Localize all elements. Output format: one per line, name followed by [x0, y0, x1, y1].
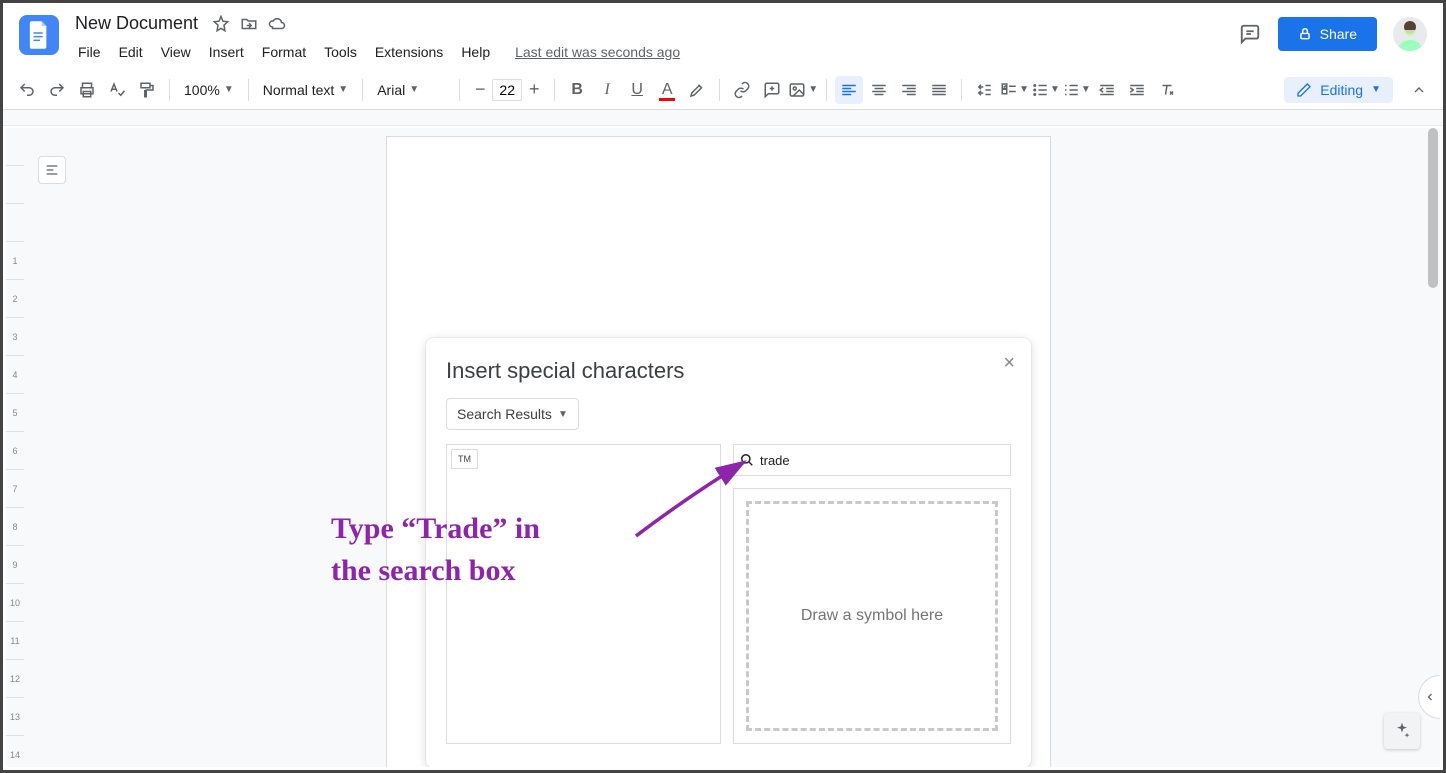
menu-help[interactable]: Help: [454, 40, 497, 64]
print-icon[interactable]: [73, 76, 101, 104]
menubar: File Edit View Insert Format Tools Exten…: [71, 40, 1238, 64]
share-label: Share: [1320, 26, 1357, 42]
scrollbar-thumb[interactable]: [1428, 128, 1438, 288]
account-avatar[interactable]: [1393, 17, 1427, 51]
draw-symbol-box[interactable]: Draw a symbol here: [733, 488, 1011, 744]
style-select[interactable]: Normal text▼: [257, 82, 354, 98]
star-icon[interactable]: [212, 15, 230, 33]
document-outline-button[interactable]: [38, 156, 66, 184]
cloud-status-icon[interactable]: [268, 15, 286, 33]
insert-image-icon[interactable]: ▼: [788, 76, 818, 104]
move-icon[interactable]: [240, 15, 258, 33]
dialog-close-button[interactable]: ×: [1003, 352, 1015, 375]
toolbar: 100%▼ Normal text▼ Arial▼ − + B I U A ▼ …: [3, 70, 1443, 110]
side-panel-toggle[interactable]: [1418, 675, 1440, 719]
vertical-ruler[interactable]: 1234567891011121314: [6, 128, 24, 767]
explore-button[interactable]: [1384, 713, 1420, 749]
workspace: 1234567891011121314 × Insert special cha…: [6, 128, 1440, 767]
last-edit-link[interactable]: Last edit was seconds ago: [515, 44, 680, 60]
align-justify-icon[interactable]: [925, 76, 953, 104]
indent-decrease-icon[interactable]: [1093, 76, 1121, 104]
undo-icon[interactable]: [13, 76, 41, 104]
menu-tools[interactable]: Tools: [317, 40, 364, 64]
draw-placeholder: Draw a symbol here: [801, 607, 943, 625]
zoom-select[interactable]: 100%▼: [178, 82, 240, 98]
font-size-increase[interactable]: +: [522, 78, 546, 102]
menu-file[interactable]: File: [71, 40, 108, 64]
annotation-text: Type “Trade” in the search box: [331, 508, 540, 592]
bulleted-list-icon[interactable]: ▼: [1031, 76, 1060, 104]
menu-edit[interactable]: Edit: [112, 40, 150, 64]
paint-format-icon[interactable]: [133, 76, 161, 104]
search-input[interactable]: [760, 453, 1004, 468]
redo-icon[interactable]: [43, 76, 71, 104]
document-title[interactable]: New Document: [71, 11, 202, 36]
category-select[interactable]: Search Results▼: [446, 398, 579, 430]
menu-extensions[interactable]: Extensions: [368, 40, 450, 64]
separator: [459, 79, 460, 101]
clear-formatting-icon[interactable]: [1153, 76, 1181, 104]
numbered-list-icon[interactable]: ▼: [1062, 76, 1091, 104]
checklist-icon[interactable]: ▼: [1000, 76, 1029, 104]
add-comment-icon[interactable]: [758, 76, 786, 104]
insert-link-icon[interactable]: [728, 76, 756, 104]
comments-icon[interactable]: [1238, 22, 1262, 46]
align-right-icon[interactable]: [895, 76, 923, 104]
indent-increase-icon[interactable]: [1123, 76, 1151, 104]
separator: [169, 79, 170, 101]
font-select[interactable]: Arial▼: [371, 82, 451, 98]
separator: [719, 79, 720, 101]
spellcheck-icon[interactable]: [103, 76, 131, 104]
app-header: New Document File Edit View Insert Forma…: [3, 3, 1443, 64]
underline-button[interactable]: U: [623, 76, 651, 104]
text-color-button[interactable]: A: [653, 76, 681, 104]
dialog-title: Insert special characters: [446, 358, 1011, 384]
font-size-input[interactable]: [492, 79, 522, 101]
line-spacing-icon[interactable]: [970, 76, 998, 104]
menu-insert[interactable]: Insert: [202, 40, 251, 64]
horizontal-ruler[interactable]: [3, 110, 1443, 126]
menu-view[interactable]: View: [154, 40, 198, 64]
search-icon: [740, 453, 754, 467]
separator: [961, 79, 962, 101]
bold-button[interactable]: B: [563, 76, 591, 104]
highlight-icon[interactable]: [683, 76, 711, 104]
font-size-decrease[interactable]: −: [468, 78, 492, 102]
search-box[interactable]: [733, 444, 1011, 476]
collapse-toolbar-icon[interactable]: [1405, 76, 1433, 104]
separator: [248, 79, 249, 101]
editing-mode-select[interactable]: Editing▼: [1284, 77, 1393, 103]
docs-logo[interactable]: [19, 15, 59, 55]
menu-format[interactable]: Format: [255, 40, 313, 64]
italic-button[interactable]: I: [593, 76, 621, 104]
align-center-icon[interactable]: [865, 76, 893, 104]
share-button[interactable]: Share: [1278, 17, 1377, 51]
separator: [554, 79, 555, 101]
separator: [826, 79, 827, 101]
align-left-icon[interactable]: [835, 76, 863, 104]
results-panel: TM: [446, 444, 721, 744]
result-trademark[interactable]: TM: [451, 449, 478, 469]
separator: [362, 79, 363, 101]
